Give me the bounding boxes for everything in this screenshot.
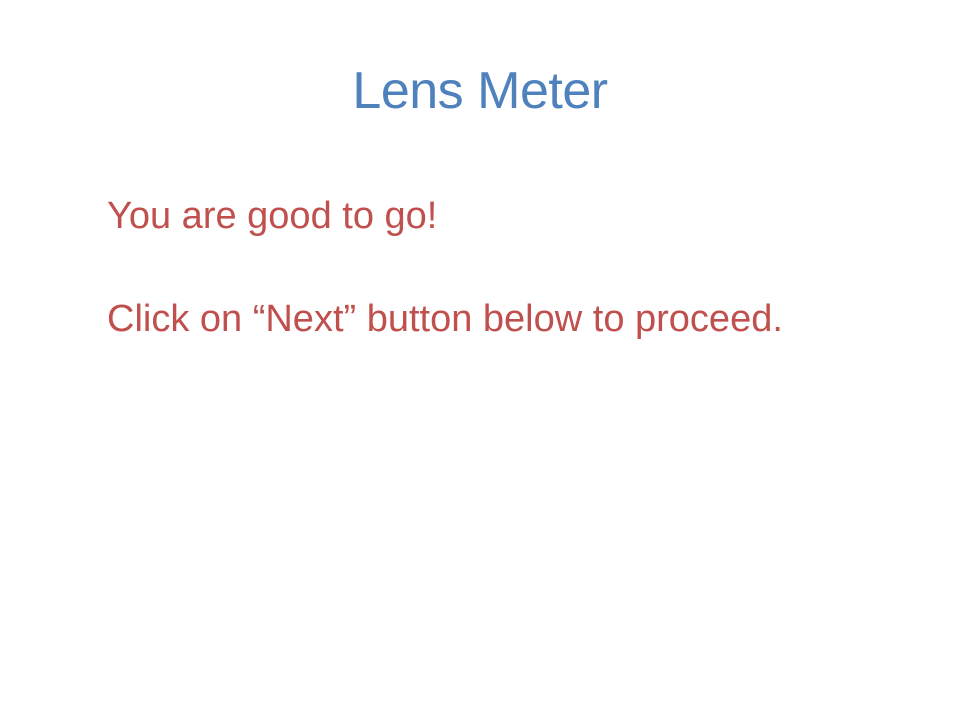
instruction-message: Click on “Next” button below to proceed.	[107, 298, 783, 340]
slide-title: Lens Meter	[352, 62, 608, 120]
status-message: You are good to go!	[107, 195, 438, 237]
slide: Lens Meter You are good to go! Click on …	[0, 0, 960, 720]
